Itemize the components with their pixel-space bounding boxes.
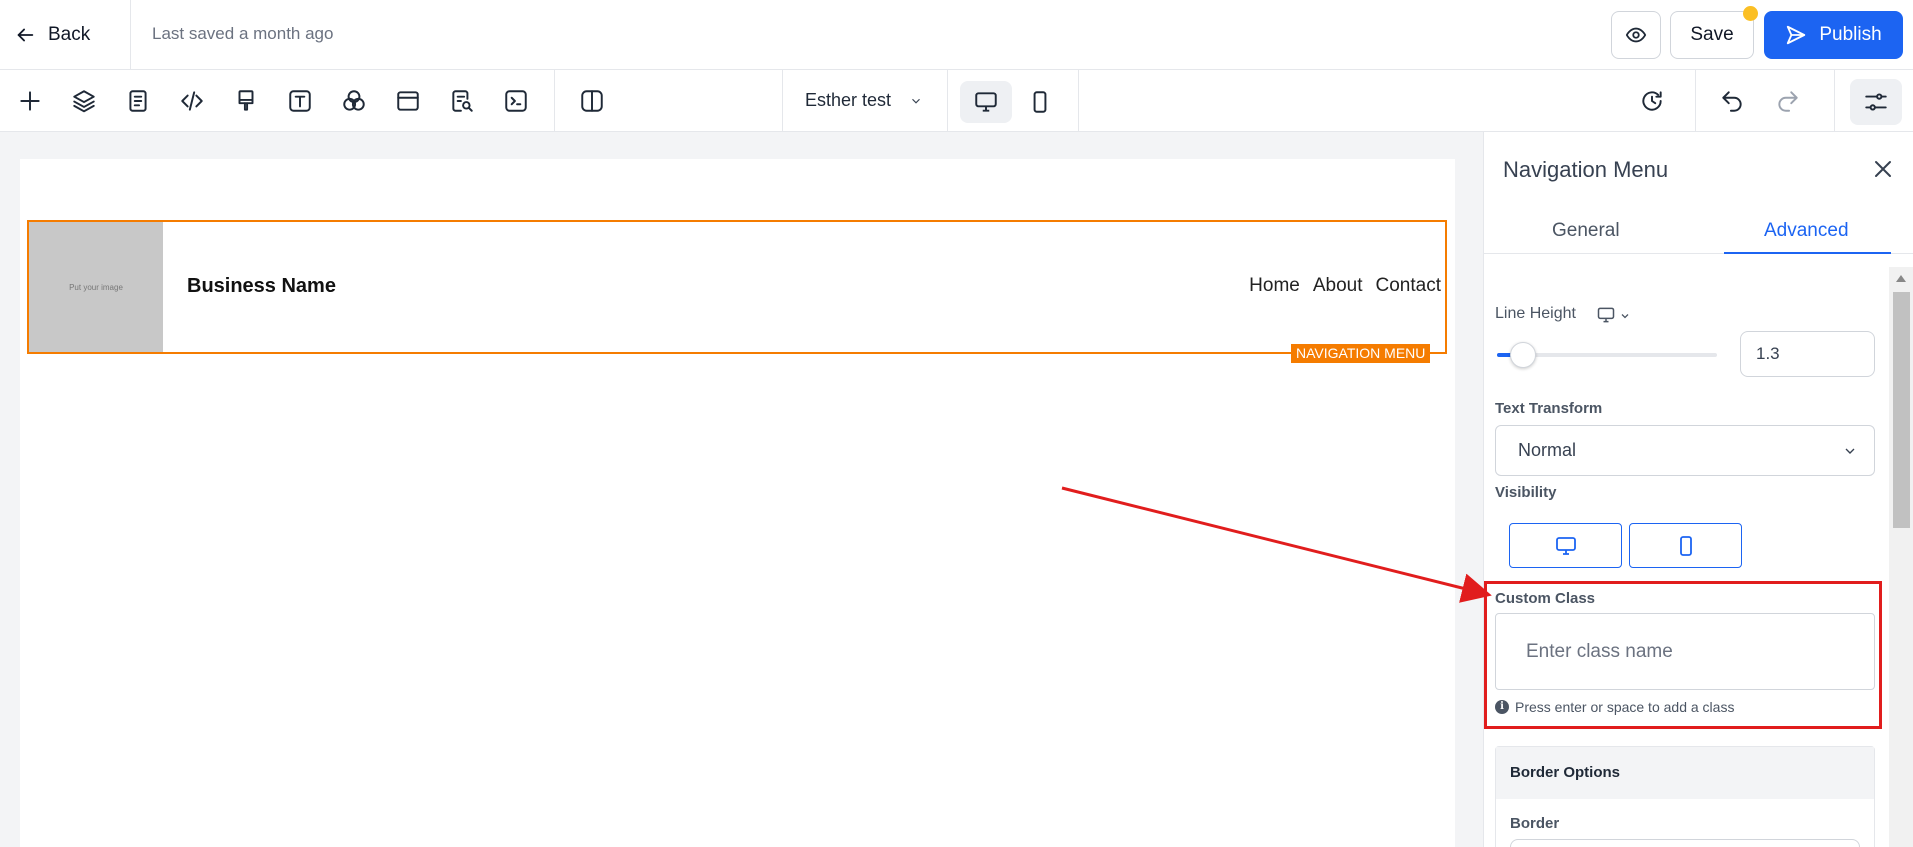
chevron-down-icon [1845, 448, 1855, 454]
text-transform-select[interactable]: Normal [1495, 425, 1875, 476]
nav-links: Home About Contact [1249, 275, 1441, 297]
line-height-slider[interactable] [1497, 342, 1717, 368]
undo-button[interactable] [1715, 84, 1749, 118]
undo-icon [1722, 91, 1742, 112]
top-bar: Back Last saved a month ago Save Publish [0, 0, 1913, 70]
text-transform-value: Normal [1518, 440, 1577, 460]
back-label: Back [48, 24, 91, 45]
settings-button[interactable] [1850, 79, 1902, 125]
logo-image-placeholder[interactable]: Put your image [29, 222, 163, 352]
code-icon [181, 91, 203, 111]
add-element-button[interactable] [13, 84, 47, 118]
code-button[interactable] [175, 84, 209, 118]
page-select-dropdown[interactable]: Esther test [805, 90, 923, 111]
line-height-label: Line Height [1495, 305, 1576, 322]
color-circles-icon [343, 90, 365, 111]
divider [782, 70, 783, 132]
unsaved-indicator-dot [1743, 6, 1758, 21]
panel-scrollbar[interactable] [1889, 267, 1913, 847]
layers-icon [73, 90, 95, 113]
border-label: Border [1510, 815, 1560, 832]
navigation-menu-element[interactable]: Put your image Business Name Home About … [27, 220, 1447, 354]
chevron-down-icon [912, 98, 920, 104]
page-select-value: Esther test [805, 90, 892, 110]
line-height-input[interactable]: 1.3 [1740, 331, 1875, 377]
history-button[interactable] [1635, 84, 1669, 118]
mobile-icon [1679, 535, 1692, 556]
divider [947, 70, 948, 132]
typography-button[interactable] [283, 84, 317, 118]
history-icon [1642, 91, 1662, 111]
eye-icon [1625, 27, 1647, 43]
scroll-up-arrow[interactable] [1896, 275, 1906, 282]
editor-toolbar: Esther test [0, 70, 1913, 132]
columns-icon [581, 90, 603, 112]
text-icon [289, 90, 311, 112]
scroll-thumb[interactable] [1893, 292, 1910, 528]
back-button[interactable]: Back [14, 20, 90, 50]
colors-button[interactable] [337, 84, 371, 118]
nav-link-home[interactable]: Home [1249, 275, 1300, 297]
preview-button[interactable] [1611, 11, 1661, 59]
section-icon [397, 91, 419, 111]
element-type-tag: NAVIGATION MENU [1291, 344, 1431, 363]
border-options-section[interactable]: Border Options Border [1495, 746, 1875, 847]
divider [1078, 70, 1079, 132]
desktop-icon [1555, 536, 1576, 555]
border-select[interactable] [1510, 839, 1860, 847]
text-transform-label: Text Transform [1495, 400, 1603, 417]
mobile-icon [1033, 91, 1047, 113]
tab-general[interactable]: General [1552, 220, 1620, 242]
search-document-icon [452, 90, 473, 112]
panel-tabs: General Advanced [1484, 212, 1913, 254]
pages-button[interactable] [121, 84, 155, 118]
seo-button[interactable] [445, 84, 479, 118]
nav-link-contact[interactable]: Contact [1376, 275, 1441, 297]
publish-label: Publish [1819, 24, 1882, 45]
tab-advanced[interactable]: Advanced [1764, 220, 1849, 242]
split-view-button[interactable] [575, 84, 609, 118]
visibility-label: Visibility [1495, 484, 1557, 501]
highlight-annotation-box [1484, 581, 1882, 729]
panel-title: Navigation Menu [1503, 157, 1669, 182]
publish-button[interactable]: Publish [1764, 11, 1903, 59]
chevron-down-icon[interactable] [1619, 310, 1631, 322]
page-icon [129, 90, 147, 112]
add-icon [20, 91, 40, 111]
properties-panel: Navigation Menu General Advanced Line He… [1483, 132, 1913, 847]
desktop-icon [975, 92, 997, 112]
business-name[interactable]: Business Name [187, 275, 336, 298]
desktop-view-button[interactable] [960, 81, 1012, 123]
desktop-icon[interactable] [1595, 305, 1617, 325]
active-tab-indicator [1724, 252, 1891, 254]
image-placeholder-text: Put your image [69, 282, 123, 292]
slider-handle[interactable] [1510, 342, 1536, 368]
redo-icon [1778, 91, 1798, 112]
visibility-desktop-toggle[interactable] [1509, 523, 1622, 568]
divider [1834, 70, 1835, 132]
mobile-view-button[interactable] [1014, 81, 1066, 123]
divider [130, 0, 131, 70]
layers-button[interactable] [67, 84, 101, 118]
save-button[interactable]: Save [1670, 11, 1754, 59]
divider [554, 70, 555, 132]
custom-script-button[interactable] [499, 84, 533, 118]
visibility-mobile-toggle[interactable] [1629, 523, 1742, 568]
styles-button[interactable] [229, 84, 263, 118]
sections-button[interactable] [391, 84, 425, 118]
last-saved-text: Last saved a month ago [152, 24, 334, 43]
paint-brush-icon [238, 90, 254, 111]
settings-sliders-icon [1865, 93, 1887, 111]
nav-link-about[interactable]: About [1313, 275, 1363, 297]
close-icon[interactable] [1871, 157, 1895, 181]
send-icon [1787, 25, 1806, 45]
redo-button[interactable] [1771, 84, 1805, 118]
border-options-header[interactable]: Border Options [1496, 747, 1874, 799]
divider [1695, 70, 1696, 132]
terminal-icon [505, 90, 527, 112]
arrow-left-icon [17, 28, 34, 42]
